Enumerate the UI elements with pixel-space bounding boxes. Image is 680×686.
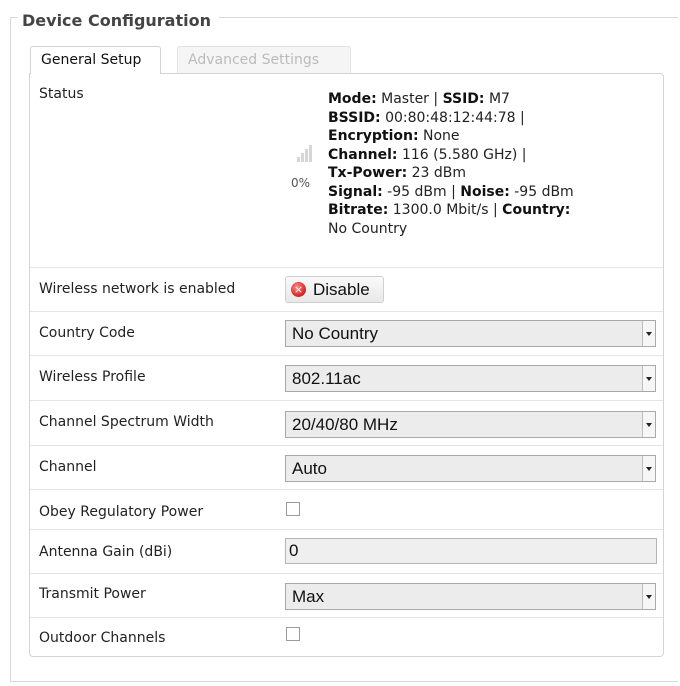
tab-advanced-settings[interactable]: Advanced Settings xyxy=(177,46,351,73)
obey-power-label: Obey Regulatory Power xyxy=(39,504,204,520)
dropdown-arrow-icon xyxy=(642,584,655,609)
row-divider xyxy=(30,489,663,490)
row-divider xyxy=(30,445,663,446)
wireless-profile-select[interactable]: 802.11ac xyxy=(285,365,656,392)
channel-select[interactable]: Auto xyxy=(285,455,656,482)
antenna-gain-input[interactable]: 0 xyxy=(285,538,657,564)
fieldset-legend: Device Configuration xyxy=(18,11,219,31)
dropdown-arrow-icon xyxy=(642,366,655,391)
dropdown-arrow-icon xyxy=(642,321,655,346)
row-divider xyxy=(30,617,663,618)
antenna-gain-label: Antenna Gain (dBi) xyxy=(39,544,173,560)
status-label: Status xyxy=(39,86,84,102)
signal-percent: 0% xyxy=(291,176,311,190)
spectrum-width-label: Channel Spectrum Width xyxy=(39,414,214,430)
status-details: Mode: Master | SSID: M7 BSSID: 00:80:48:… xyxy=(328,91,574,237)
disable-button[interactable]: × Disable xyxy=(285,276,384,303)
row-divider xyxy=(30,355,663,356)
dropdown-arrow-icon xyxy=(642,412,655,437)
spectrum-width-select[interactable]: 20/40/80 MHz xyxy=(285,411,656,438)
country-code-select[interactable]: No Country xyxy=(285,320,656,347)
transmit-power-select[interactable]: Max xyxy=(285,583,656,610)
dropdown-arrow-icon xyxy=(642,456,655,481)
tab-general-setup[interactable]: General Setup xyxy=(30,46,161,74)
wireless-profile-label: Wireless Profile xyxy=(39,369,146,385)
row-divider xyxy=(30,311,663,312)
signal-bars-icon xyxy=(297,144,315,162)
row-divider xyxy=(30,400,663,401)
wireless-enabled-label: Wireless network is enabled xyxy=(39,281,236,297)
row-divider xyxy=(30,267,663,268)
obey-power-checkbox[interactable] xyxy=(286,502,300,516)
signal-indicator: 0% xyxy=(291,144,319,190)
stop-icon: × xyxy=(291,282,306,297)
outdoor-channels-checkbox[interactable] xyxy=(286,627,300,641)
outdoor-channels-label: Outdoor Channels xyxy=(39,630,166,646)
row-divider xyxy=(30,529,663,530)
country-code-label: Country Code xyxy=(39,325,135,341)
channel-label: Channel xyxy=(39,459,97,475)
row-divider xyxy=(30,573,663,574)
transmit-power-label: Transmit Power xyxy=(39,586,146,602)
